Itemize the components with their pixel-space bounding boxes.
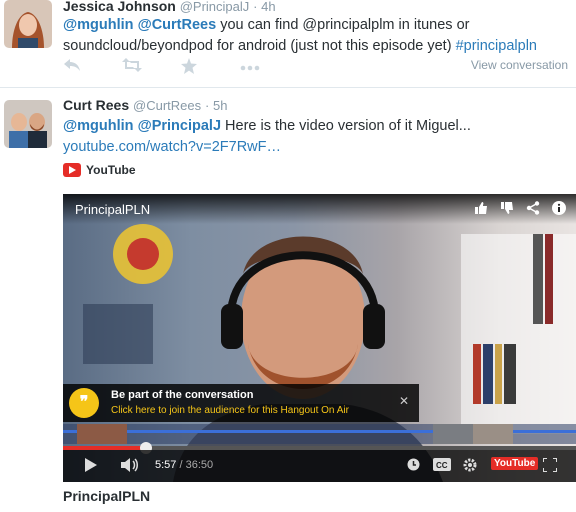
hashtag-link[interactable]: #principalpln <box>456 38 537 54</box>
mention-link[interactable]: @PrincipalJ <box>138 118 221 134</box>
avatar-curt[interactable] <box>4 100 52 148</box>
card-source-label: YouTube <box>86 163 136 177</box>
retweet-icon[interactable] <box>122 58 181 78</box>
volume-icon[interactable] <box>121 458 139 475</box>
time-display: 5:57 / 36:50 <box>155 459 213 471</box>
close-icon[interactable]: ✕ <box>399 394 409 408</box>
dislike-icon[interactable] <box>500 201 514 218</box>
youtube-link[interactable]: youtube.com/watch?v=2F7RwF… <box>63 139 281 155</box>
more-icon[interactable] <box>240 58 299 78</box>
avatar-jessica[interactable] <box>4 0 52 48</box>
tweet-body: Here is the video version of it Miguel..… <box>221 118 471 134</box>
video-title[interactable]: PrincipalPLN <box>75 202 150 217</box>
tweet-text: @mguhlin @PrincipalJ Here is the video v… <box>63 116 573 158</box>
watch-later-icon[interactable] <box>407 458 420 474</box>
current-time: 5:57 <box>155 459 177 471</box>
tweet-curt: Curt Rees @CurtRees · 5h @mguhlin @Princ… <box>0 88 576 512</box>
view-conversation-link[interactable]: View conversation <box>471 58 568 72</box>
svg-text:CC: CC <box>436 461 448 470</box>
banner-subtitle[interactable]: Click here to join the audience for this… <box>111 405 349 416</box>
video-top-actions <box>474 201 566 218</box>
info-icon[interactable] <box>552 201 566 218</box>
youtube-logo-button[interactable]: YouTube <box>491 457 539 470</box>
youtube-icon <box>63 163 81 177</box>
settings-gear-icon[interactable] <box>463 458 477 475</box>
hangouts-icon: ❞ <box>69 388 99 418</box>
play-icon[interactable] <box>85 458 97 475</box>
author-handle[interactable]: @PrincipalJ <box>180 0 250 14</box>
author-name[interactable]: Jessica Johnson <box>63 0 176 14</box>
video-card-title[interactable]: PrincipalPLN <box>63 488 150 504</box>
favorite-icon[interactable] <box>181 58 240 78</box>
tweet-header: Curt Rees @CurtRees · 5h <box>63 97 227 113</box>
tweet-actions <box>63 58 299 78</box>
author-name[interactable]: Curt Rees <box>63 97 129 113</box>
mention-link[interactable]: @mguhlin <box>63 118 134 134</box>
reply-icon[interactable] <box>63 58 122 78</box>
banner-title: Be part of the conversation <box>111 389 254 401</box>
mention-link[interactable]: @mguhlin <box>63 17 134 33</box>
video-player[interactable]: PrincipalPLN ❞ Be part of the conversati… <box>63 194 576 482</box>
card-source[interactable]: YouTube <box>63 163 136 177</box>
hangout-banner[interactable]: ❞ Be part of the conversation Click here… <box>63 384 419 422</box>
like-icon[interactable] <box>474 201 488 218</box>
author-handle[interactable]: @CurtRees <box>133 98 201 113</box>
tweet-header: Jessica Johnson @PrincipalJ · 4h <box>63 0 276 14</box>
timestamp[interactable]: · 5h <box>205 98 227 113</box>
player-controls: 5:57 / 36:50 CC YouTube <box>63 450 576 482</box>
participant-thumbnails <box>63 424 576 444</box>
share-icon[interactable] <box>526 201 540 218</box>
timestamp[interactable]: · 4h <box>253 0 275 14</box>
tweet-jessica: Jessica Johnson @PrincipalJ · 4h @mguhli… <box>0 0 576 88</box>
mention-link[interactable]: @CurtRees <box>138 17 217 33</box>
video-top-bar: PrincipalPLN <box>63 194 576 224</box>
fullscreen-icon[interactable] <box>542 457 558 475</box>
tweet-text: @mguhlin @CurtRees you can find @princip… <box>63 15 573 57</box>
captions-icon[interactable]: CC <box>433 458 451 474</box>
duration: / 36:50 <box>179 459 214 471</box>
